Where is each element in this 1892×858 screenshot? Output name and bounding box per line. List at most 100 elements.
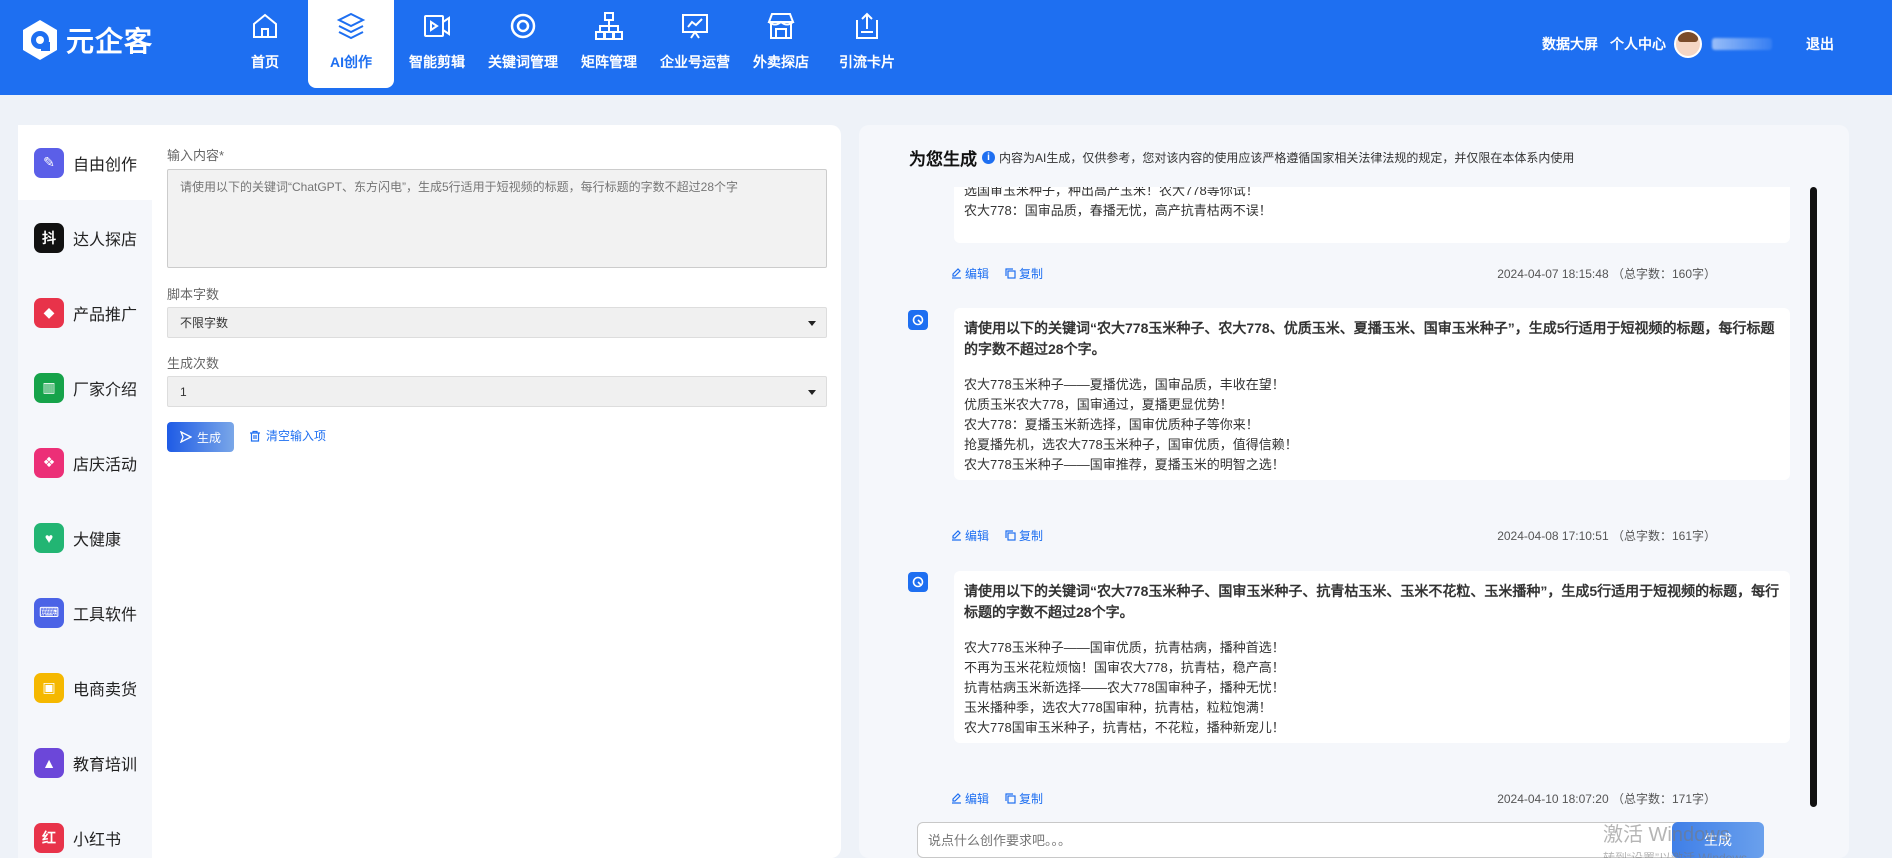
creation-panel: ✎ 自由创作 抖 达人探店 ◆ 产品推广 ▥ 厂家介绍 ❖ 店庆活动 ♥ 大健康… [18, 125, 841, 858]
nav-keyword-management[interactable]: 关键词管理 [480, 0, 566, 88]
data-dashboard-link[interactable]: 数据大屏 [1542, 34, 1598, 54]
copy-button[interactable]: 复制 [1005, 265, 1043, 282]
answer-line: 农大778国审玉米种子，抗青枯，不花粒，播种新宠儿！ [964, 720, 1285, 735]
sidebar-item-product-promotion[interactable]: ◆ 产品推广 [18, 275, 152, 350]
code-window-icon: ⌨ [34, 597, 64, 628]
ai-disclaimer: 内容为AI生成，仅供参考，您对该内容的使用应该严格遵循国家相关法律法规的规定，并… [999, 151, 1575, 165]
hierarchy-icon [595, 12, 623, 40]
logo-text: 元企客 [66, 26, 154, 57]
layers-icon [336, 12, 366, 40]
input-content-label: 输入内容* [167, 148, 225, 163]
result-meta: 2024-04-07 18:15:48 （总字数：160字） [1497, 265, 1716, 282]
home-icon [253, 13, 277, 38]
question-text: 请使用以下的关键词“农大778玉米种子、农大778、优质玉米、夏播玉米、国审玉米… [964, 320, 1775, 357]
timestamp: 2024-04-08 17:10:51 [1497, 529, 1609, 543]
sidebar-item-xiaohongshu[interactable]: 红 小红书 [18, 800, 152, 858]
results-panel: 为您生成 i 内容为AI生成，仅供参考，您对该内容的使用应该严格遵循国家相关法律… [859, 125, 1849, 858]
nav-takeaway-store-visit[interactable]: 外卖探店 [738, 0, 824, 88]
edit-label: 编辑 [965, 267, 990, 281]
ai-bot-icon [908, 572, 928, 592]
windows-activation-watermark: 激活 Windows 转到“设置”以激活 Windows。 [1603, 818, 1759, 858]
edit-button[interactable]: 编辑 [951, 265, 989, 282]
word-count: （总字数：160字） [1611, 267, 1716, 281]
profile-link[interactable]: 个人中心 [1610, 34, 1666, 54]
answer-line: 优质玉米农大778，国审通过，夏播更显优势！ [964, 397, 1233, 412]
copy-button[interactable]: 复制 [1005, 790, 1043, 807]
sidebar-item-label: 大健康 [73, 531, 122, 549]
nav-smart-edit[interactable]: 智能剪辑 [394, 0, 480, 88]
nav-enterprise-operation[interactable]: 企业号运营 [652, 0, 738, 88]
timestamp: 2024-04-10 18:07:20 [1497, 792, 1609, 806]
sidebar-item-label: 达人探店 [73, 231, 138, 249]
nav-label: AI创作 [330, 54, 372, 70]
edit-label: 编辑 [965, 792, 990, 806]
nav-traffic-card[interactable]: 引流卡片 [824, 0, 910, 88]
logo-icon [23, 20, 57, 60]
graduation-cap-icon: ▲ [34, 747, 64, 778]
sidebar-item-ecommerce[interactable]: ▣ 电商卖货 [18, 650, 152, 725]
edit-icon: ✎ [34, 147, 64, 178]
logout-link[interactable]: 退出 [1806, 34, 1834, 54]
ai-bot-icon [908, 310, 928, 330]
sidebar-item-store-anniversary[interactable]: ❖ 店庆活动 [18, 425, 152, 500]
word-count: （总字数：171字） [1611, 792, 1716, 806]
sidebar-item-label: 厂家介绍 [73, 381, 138, 399]
sidebar-item-label: 产品推广 [73, 306, 138, 324]
sidebar-item-health[interactable]: ♥ 大健康 [18, 500, 152, 575]
answer-line: 玉米播种季，选农大778国审种，抗青枯，粒粒饱满！ [964, 700, 1272, 715]
timestamp: 2024-04-07 18:15:48 [1497, 267, 1609, 281]
avatar[interactable] [1674, 30, 1702, 58]
category-sidebar: ✎ 自由创作 抖 达人探店 ◆ 产品推广 ▥ 厂家介绍 ❖ 店庆活动 ♥ 大健康… [18, 125, 152, 858]
logo[interactable]: 元企客 [20, 17, 153, 63]
results-header: 为您生成 i 内容为AI生成，仅供参考，您对该内容的使用应该严格遵循国家相关法律… [909, 145, 1574, 170]
nav-label: 外卖探店 [753, 54, 809, 70]
nav-label: 首页 [251, 54, 279, 70]
copy-label: 复制 [1019, 267, 1044, 281]
sidebar-item-influencer-store-visit[interactable]: 抖 达人探店 [18, 200, 152, 275]
results-title: 为您生成 [909, 150, 977, 169]
edit-button[interactable]: 编辑 [951, 790, 989, 807]
sidebar-item-manufacturer-intro[interactable]: ▥ 厂家介绍 [18, 350, 152, 425]
nav-label: 企业号运营 [660, 54, 730, 70]
nav-label: 引流卡片 [839, 54, 895, 70]
results-scrollbar[interactable] [1810, 187, 1817, 807]
result-actions: 编辑 复制 2024-04-08 17:10:51 （总字数：161字） [951, 527, 1790, 545]
answer-line: 选国审玉米种子，种出高产玉米！农大778等你试！ [964, 187, 1259, 198]
result-actions: 编辑 复制 2024-04-07 18:15:48 （总字数：160字） [951, 265, 1790, 283]
edit-icon [952, 530, 961, 541]
generate-times-select[interactable]: 1 [167, 376, 827, 407]
answer-line: 农大778玉米种子——国审推荐，夏播玉米的明智之选！ [964, 457, 1285, 472]
word-count-select[interactable]: 不限字数 [167, 307, 827, 338]
answer-line: 抗青枯病玉米新选择——农大778国审种子，播种无忧！ [964, 680, 1285, 695]
shopping-bag-icon: ▣ [34, 672, 64, 703]
upload-box-icon [856, 12, 878, 39]
nav-ai-creation[interactable]: AI创作 [308, 0, 394, 88]
scrollbar-thumb[interactable] [1810, 187, 1817, 807]
nav-label: 关键词管理 [488, 54, 558, 70]
douyin-icon: 抖 [34, 222, 64, 253]
result-card: 请使用以下的关键词“农大778玉米种子、农大778、优质玉米、夏播玉米、国审玉米… [954, 308, 1790, 480]
sidebar-item-label: 店庆活动 [73, 456, 138, 474]
generate-button[interactable]: 生成 [167, 422, 234, 452]
word-count-value: 不限字数 [180, 316, 229, 330]
clear-inputs-button[interactable]: 清空输入项 [249, 427, 326, 444]
edit-button[interactable]: 编辑 [951, 527, 989, 544]
sidebar-item-free-creation[interactable]: ✎ 自由创作 [18, 125, 152, 200]
answer-line: 农大778：国审品质，春播无忧，高产抗青枯两不误！ [964, 203, 1272, 218]
edit-label: 编辑 [965, 529, 990, 543]
copy-button[interactable]: 复制 [1005, 527, 1043, 544]
input-content-textarea[interactable] [167, 169, 827, 268]
edit-icon [952, 268, 961, 279]
presentation-icon [682, 14, 708, 39]
sidebar-item-tool-software[interactable]: ⌨ 工具软件 [18, 575, 152, 650]
nav-label: 矩阵管理 [581, 54, 637, 70]
sidebar-item-education[interactable]: ▲ 教育培训 [18, 725, 152, 800]
nav-matrix-management[interactable]: 矩阵管理 [566, 0, 652, 88]
sidebar-item-label: 教育培训 [73, 756, 138, 774]
result-card: 选国审玉米种子，种出高产玉米！农大778等你试！ 农大778：国审品质，春播无忧… [954, 187, 1790, 243]
main-nav: 首页 AI创作 智能剪辑 关键词管理 矩阵管理 企业号运营 外卖探店 引流卡片 [222, 0, 910, 88]
watermark-line: 激活 Windows [1603, 824, 1730, 846]
trash-icon [250, 430, 260, 442]
xiaohongshu-icon: 红 [34, 822, 64, 853]
nav-home[interactable]: 首页 [222, 0, 308, 88]
